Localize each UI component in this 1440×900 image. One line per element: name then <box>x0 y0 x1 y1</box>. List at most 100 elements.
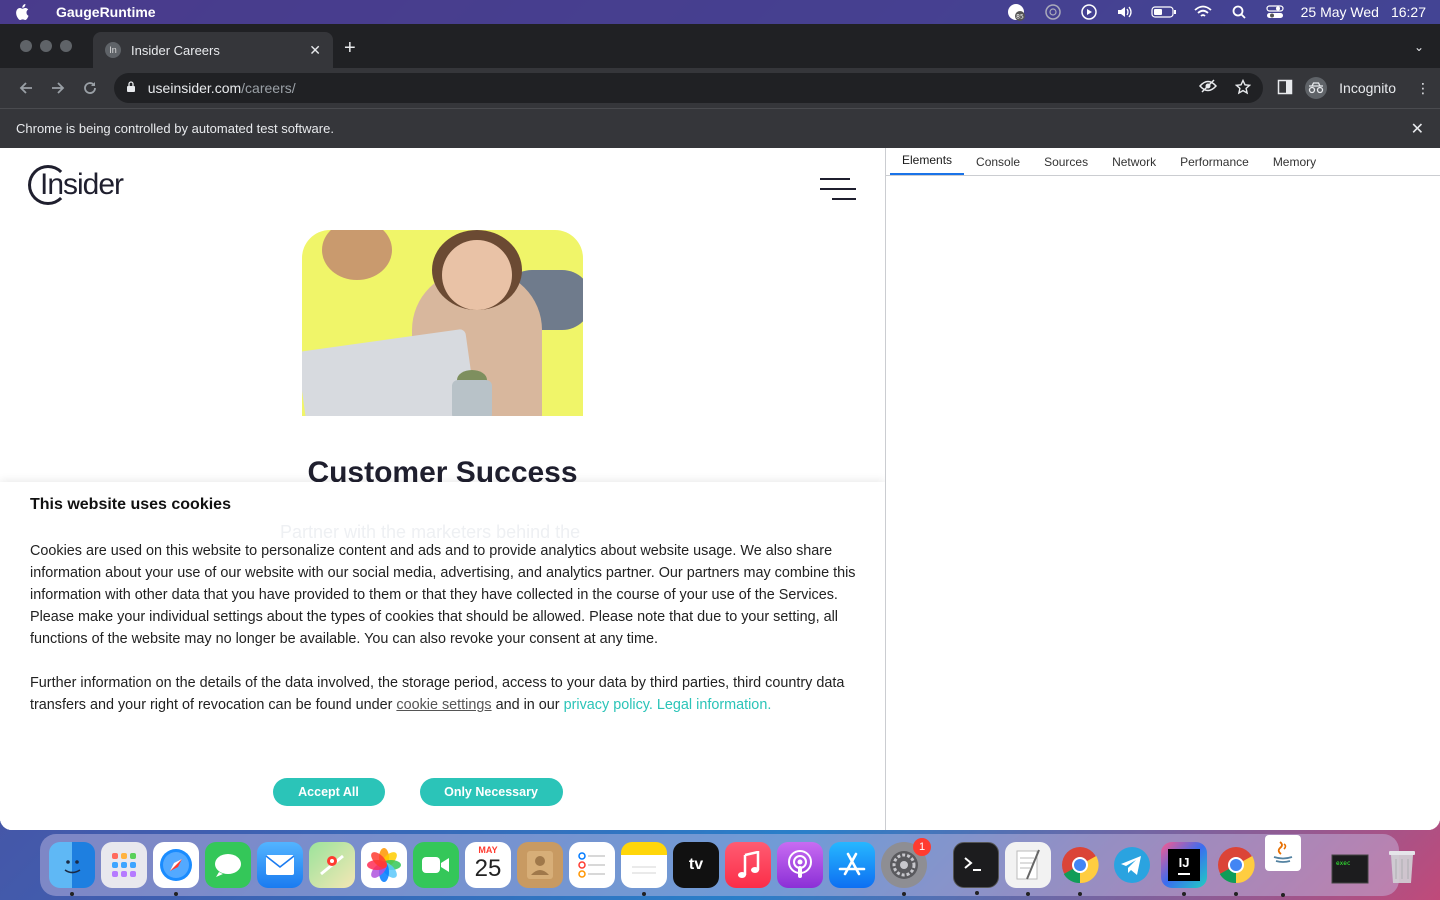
site-favicon-icon: In <box>105 42 121 58</box>
eye-slash-icon[interactable] <box>1199 78 1218 98</box>
apple-tv-icon[interactable]: tv <box>673 842 719 888</box>
browser-menu-icon[interactable]: ⋮ <box>1416 80 1430 97</box>
messages-icon[interactable] <box>205 842 251 888</box>
active-app-name[interactable]: GaugeRuntime <box>56 4 156 20</box>
automation-infobar: Chrome is being controlled by automated … <box>0 108 1440 148</box>
search-icon[interactable] <box>1229 3 1249 21</box>
notes-icon[interactable] <box>621 842 667 896</box>
volume-icon[interactable] <box>1115 3 1135 21</box>
telegram-icon[interactable] <box>1109 842 1155 888</box>
finder-icon[interactable] <box>49 842 95 896</box>
forward-button[interactable] <box>42 72 74 104</box>
textedit-icon[interactable] <box>1005 842 1051 896</box>
facetime-icon[interactable] <box>413 842 459 888</box>
devtools-tabbar: Elements Console Sources Network Perform… <box>886 148 1440 176</box>
cookie-paragraph-1: Cookies are used on this website to pers… <box>30 543 856 647</box>
bookmark-star-icon[interactable] <box>1234 78 1252 98</box>
tab-strip: In Insider Careers ✕ + ⌄ <box>0 24 1440 68</box>
java-icon[interactable] <box>1265 835 1301 897</box>
battery-icon[interactable] <box>1151 3 1177 21</box>
tab-title: Insider Careers <box>131 42 220 58</box>
new-tab-button[interactable]: + <box>344 37 356 60</box>
devtools-tab-console[interactable]: Console <box>964 148 1032 175</box>
devtools-tab-elements[interactable]: Elements <box>890 148 965 175</box>
chrome-icon[interactable] <box>1057 842 1103 896</box>
privacy-policy-link[interactable]: privacy policy. <box>564 697 653 713</box>
play-icon[interactable] <box>1079 3 1099 21</box>
back-button[interactable] <box>10 72 42 104</box>
launchpad-icon[interactable] <box>101 842 147 888</box>
window-controls <box>20 40 72 52</box>
minimize-window-button[interactable] <box>40 40 52 52</box>
system-preferences-icon[interactable]: 1 <box>881 838 931 896</box>
accept-all-button[interactable]: Accept All <box>272 778 385 806</box>
safari-icon[interactable] <box>153 842 199 896</box>
legal-information-link[interactable]: Legal information. <box>657 697 771 713</box>
moon-icon[interactable] <box>1043 3 1063 21</box>
page-content-area: Insider Customer Success Partner with th… <box>0 148 1440 830</box>
screen-record-icon[interactable]: 85 <box>1007 3 1027 21</box>
devtools-tab-sources[interactable]: Sources <box>1032 148 1100 175</box>
website-viewport: Insider Customer Success Partner with th… <box>0 148 885 830</box>
mail-icon[interactable] <box>257 842 303 888</box>
svg-text:85: 85 <box>1016 14 1024 21</box>
devtools-tab-memory[interactable]: Memory <box>1261 148 1328 175</box>
hero-image <box>302 230 583 416</box>
menubar-date[interactable]: 25 May Wed <box>1301 4 1379 20</box>
only-necessary-button[interactable]: Only Necessary <box>419 778 563 806</box>
insider-logo[interactable]: Insider <box>28 165 124 205</box>
music-icon[interactable] <box>725 842 771 888</box>
browser-toolbar: useinsider.com/careers/ Incognito ⋮ <box>0 68 1440 108</box>
close-window-button[interactable] <box>20 40 32 52</box>
devtools-tab-network[interactable]: Network <box>1100 148 1168 175</box>
infobar-message: Chrome is being controlled by automated … <box>16 121 334 136</box>
reload-button[interactable] <box>74 72 106 104</box>
profile-label[interactable]: Incognito <box>1339 80 1396 96</box>
infobar-close-icon[interactable]: ✕ <box>1411 119 1424 139</box>
tv-label: tv <box>688 856 704 873</box>
control-center-icon[interactable] <box>1265 3 1285 21</box>
lock-icon[interactable] <box>126 80 136 96</box>
photos-icon[interactable] <box>361 842 407 888</box>
notification-badge: 1 <box>913 838 931 856</box>
url-domain: useinsider.com <box>147 80 242 96</box>
reminders-icon[interactable] <box>569 842 615 888</box>
devtools-tab-performance[interactable]: Performance <box>1168 148 1261 175</box>
menubar-clock[interactable]: 16:27 <box>1391 4 1426 20</box>
podcasts-icon[interactable] <box>777 842 823 888</box>
trash-icon[interactable] <box>1379 842 1425 888</box>
cookie-buttons: Accept All Only Necessary <box>0 778 885 806</box>
calendar-month: MAY <box>478 845 498 855</box>
calendar-day: 25 <box>474 855 502 882</box>
obscured-subtitle: Partner with the marketers behind the <box>280 522 581 542</box>
cookie-paragraph-2: Further information on the details of th… <box>30 672 860 716</box>
cookie-settings-link[interactable]: cookie settings <box>396 697 491 713</box>
calendar-icon[interactable]: MAY 25 <box>465 842 511 888</box>
macos-dock: MAY 25 tv 1 IJ exec <box>40 834 1415 897</box>
maximize-window-button[interactable] <box>60 40 72 52</box>
terminal-icon[interactable] <box>953 842 999 895</box>
hamburger-menu-icon[interactable] <box>820 178 856 208</box>
ij-label: IJ <box>1178 855 1190 870</box>
chrome-2-icon[interactable] <box>1213 842 1259 896</box>
maps-icon[interactable] <box>309 842 355 888</box>
svg-text:exec: exec <box>1336 860 1351 867</box>
apple-menu-icon[interactable] <box>14 4 30 20</box>
address-bar[interactable]: useinsider.com/careers/ <box>113 73 1264 103</box>
exec-script-icon[interactable]: exec <box>1327 842 1373 888</box>
side-panel-icon[interactable] <box>1277 79 1293 98</box>
incognito-icon[interactable] <box>1305 77 1328 99</box>
cookie-banner-title: This website uses cookies <box>30 496 231 513</box>
tab-close-icon[interactable]: ✕ <box>309 42 321 59</box>
cookie-consent-banner: Partner with the marketers behind the Th… <box>0 482 885 830</box>
url-path: /careers/ <box>241 80 296 96</box>
cookie-paragraph-2-mid: and in our <box>491 697 564 713</box>
wifi-icon[interactable] <box>1193 3 1213 21</box>
tab-insider-careers[interactable]: In Insider Careers ✕ <box>93 32 333 68</box>
app-store-icon[interactable] <box>829 842 875 888</box>
contacts-icon[interactable] <box>517 842 563 888</box>
intellij-idea-icon[interactable]: IJ <box>1161 842 1207 896</box>
tab-search-chevron-icon[interactable]: ⌄ <box>1414 40 1424 54</box>
macos-menu-bar: GaugeRuntime 85 25 May Wed 16:27 <box>0 0 1440 24</box>
devtools-panel: Elements Console Sources Network Perform… <box>885 148 1440 830</box>
